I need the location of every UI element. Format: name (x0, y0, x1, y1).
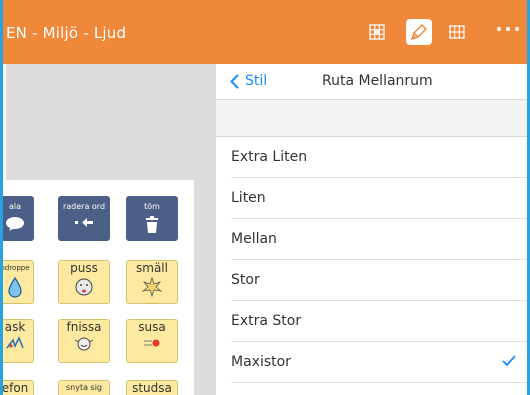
grid-cell-radera-ord[interactable]: radera ord (58, 196, 110, 241)
grid-cell-small[interactable]: smäll (126, 260, 178, 304)
option-extra-stor[interactable]: Extra Stor (216, 301, 527, 342)
panel-title: Ruta Mellanrum (322, 73, 433, 89)
grid-edit-icon (369, 24, 385, 40)
grid-button[interactable] (444, 19, 470, 45)
grid-cell-snyta-sig[interactable]: snyta sig (58, 380, 110, 395)
more-icon[interactable] (497, 27, 519, 33)
grid-cell-puss[interactable]: puss (58, 260, 110, 304)
splash-icon (6, 336, 24, 349)
panel-nav-bar: Stil Ruta Mellanrum (216, 64, 527, 100)
drop-icon (8, 277, 22, 298)
bang-icon (142, 277, 162, 297)
option-liten[interactable]: Liten (216, 178, 527, 219)
grid-cell-tala[interactable]: ala (3, 196, 34, 241)
trash-icon (146, 216, 158, 233)
chevron-left-icon (230, 74, 239, 88)
kiss-icon (75, 278, 93, 296)
grid-edit-button[interactable] (364, 19, 390, 45)
grid-cell-tom[interactable]: töm (126, 196, 178, 241)
option-mellan[interactable]: Mellan (216, 219, 527, 260)
checkmark-icon (502, 355, 516, 366)
grid-cell-telefon[interactable]: efon (3, 380, 34, 395)
grid-cell-fnissa[interactable]: fnissa (58, 319, 110, 363)
grid-cell-studsa[interactable]: studsa (126, 380, 178, 395)
giggle-icon (74, 337, 94, 351)
section-spacer (216, 100, 527, 137)
option-maxistor[interactable]: Maxistor (216, 342, 527, 383)
whoosh-icon (144, 339, 160, 347)
option-extra-liten[interactable]: Extra Liten (216, 137, 527, 178)
symbol-grid: ala radera ord töm ndroppe puss smäll as… (3, 180, 194, 395)
grid-cell-ask[interactable]: ask (3, 319, 34, 363)
option-stor[interactable]: Stor (216, 260, 527, 301)
settings-panel: Stil Ruta Mellanrum Extra Liten Liten Me… (215, 64, 527, 395)
back-button[interactable]: Stil (230, 73, 267, 89)
style-brush-button[interactable] (406, 19, 432, 45)
board-title: EN - Miljö - Ljud (6, 24, 127, 42)
grid-icon (449, 25, 465, 39)
delete-word-icon (75, 218, 93, 227)
top-bar: EN - Miljö - Ljud (3, 0, 527, 64)
grid-cell-droppe[interactable]: ndroppe (3, 260, 34, 304)
speech-bubble-icon (6, 217, 24, 231)
grid-cell-susa[interactable]: susa (126, 319, 178, 363)
app-window: EN - Miljö - Ljud ala radera ord töm ndr… (0, 0, 530, 395)
brush-icon (410, 24, 427, 41)
back-label: Stil (245, 73, 268, 89)
divider (231, 382, 527, 383)
